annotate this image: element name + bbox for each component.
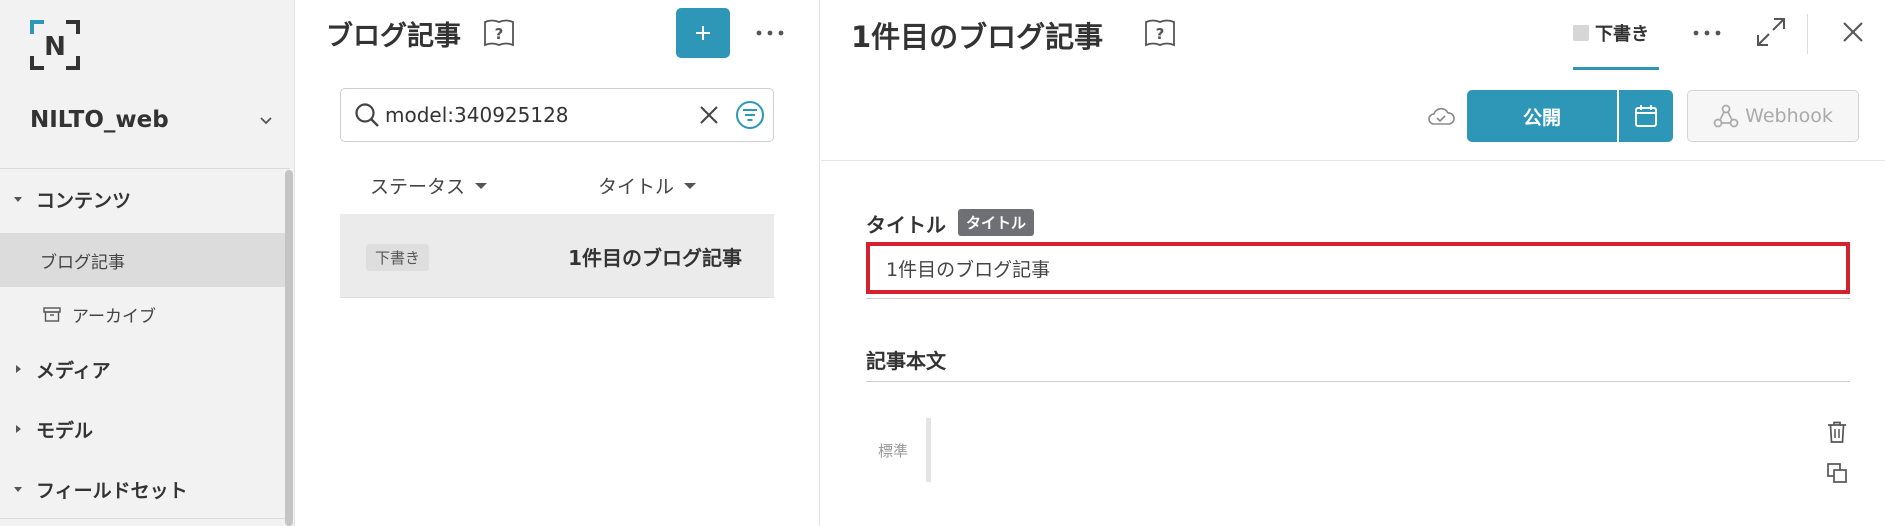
- cloud-check-icon: [1428, 107, 1455, 125]
- sidebar-item-label: ブログ記事: [40, 252, 125, 273]
- body-editor[interactable]: 標準: [866, 400, 1850, 512]
- title-input[interactable]: [866, 242, 1850, 294]
- plus-icon: [696, 26, 710, 40]
- expand-icon[interactable]: [1755, 16, 1787, 48]
- caret-right-icon: [16, 365, 21, 373]
- field-type-tag: タイトル: [958, 209, 1035, 236]
- block-indicator: [926, 418, 931, 482]
- block-style-selector[interactable]: 標準: [878, 440, 908, 461]
- caret-down-icon: [14, 487, 22, 492]
- sidebar: N NILTO_web コンテンツ ブログ記事 アーカイブ メディア モデル フ…: [0, 0, 295, 526]
- tab-underline: [1573, 67, 1659, 70]
- help-book-icon[interactable]: ?: [482, 18, 516, 48]
- svg-text:?: ?: [1156, 25, 1165, 43]
- sidebar-item-contents[interactable]: コンテンツ: [0, 184, 285, 214]
- draft-square-icon: [1573, 25, 1589, 41]
- sidebar-item-label: フィールドセット: [36, 479, 188, 502]
- status-badge: 下書き: [366, 244, 430, 271]
- project-name: NILTO_web: [30, 107, 169, 133]
- tab-label: 下書き: [1595, 24, 1649, 45]
- caret-right-icon: [16, 425, 21, 433]
- column-header-status[interactable]: ステータス: [370, 172, 488, 199]
- add-content-button[interactable]: [676, 8, 730, 58]
- content-list-pane: ブログ記事 ? ステータス: [296, 0, 820, 526]
- search-icon: [355, 103, 379, 127]
- svg-text:N: N: [44, 32, 66, 62]
- list-more-button[interactable]: [752, 18, 788, 48]
- nilto-logo[interactable]: N: [30, 20, 80, 70]
- webhook-label: Webhook: [1745, 105, 1833, 127]
- search-box: [340, 88, 774, 142]
- sidebar-divider: [0, 168, 290, 169]
- tab-draft[interactable]: 下書き: [1573, 14, 1659, 70]
- publish-button[interactable]: 公開: [1467, 90, 1617, 142]
- copy-icon[interactable]: [1826, 462, 1848, 484]
- project-switcher[interactable]: NILTO_web: [30, 102, 275, 138]
- sidebar-item-label: アーカイブ: [72, 306, 156, 327]
- list-title: ブログ記事: [326, 21, 461, 52]
- archive-icon: [43, 307, 61, 322]
- column-header-label: ステータス: [370, 176, 466, 198]
- webhook-icon: [1713, 104, 1739, 128]
- trash-icon[interactable]: [1826, 420, 1848, 444]
- row-title: 1件目のブログ記事: [568, 246, 742, 270]
- chevron-down-icon: [260, 117, 272, 125]
- help-book-icon[interactable]: ?: [1143, 18, 1177, 48]
- field-underline: [866, 298, 1850, 299]
- sidebar-divider: [0, 518, 290, 519]
- search-input[interactable]: [385, 103, 685, 127]
- field-underline: [866, 381, 1850, 382]
- body-field-label: 記事本文: [866, 349, 946, 373]
- sort-caret-icon: [684, 182, 697, 189]
- schedule-button[interactable]: [1619, 90, 1673, 142]
- close-icon[interactable]: [1841, 20, 1865, 44]
- clear-icon[interactable]: [697, 103, 721, 127]
- sidebar-item-blog-posts[interactable]: ブログ記事: [0, 233, 285, 287]
- calendar-icon: [1635, 105, 1657, 127]
- title-field-label: タイトル: [866, 213, 946, 237]
- caret-down-icon: [14, 197, 22, 202]
- filter-icon[interactable]: [735, 100, 765, 130]
- sidebar-item-fieldsets[interactable]: フィールドセット: [0, 474, 285, 504]
- column-header-label: タイトル: [598, 176, 675, 198]
- column-header-title[interactable]: タイトル: [598, 172, 697, 199]
- sidebar-item-archive[interactable]: アーカイブ: [0, 287, 285, 341]
- svg-text:?: ?: [495, 25, 504, 43]
- table-row[interactable]: 下書き 1件目のブログ記事: [340, 214, 774, 298]
- sort-caret-icon: [475, 182, 488, 189]
- more-horizontal-icon: [1693, 30, 1721, 36]
- sidebar-item-models[interactable]: モデル: [0, 414, 285, 444]
- sidebar-scrollbar[interactable]: [285, 170, 293, 526]
- webhook-button[interactable]: Webhook: [1687, 90, 1859, 142]
- sidebar-item-label: コンテンツ: [36, 189, 132, 212]
- sidebar-item-label: メディア: [36, 359, 111, 382]
- sidebar-item-label: モデル: [36, 419, 94, 442]
- toolbar-divider: [821, 160, 1885, 161]
- detail-more-button[interactable]: [1689, 18, 1725, 48]
- header-divider: [1807, 14, 1808, 54]
- more-horizontal-icon: [756, 30, 784, 36]
- sidebar-item-media[interactable]: メディア: [0, 354, 285, 384]
- page-title: 1件目のブログ記事: [851, 20, 1104, 54]
- content-detail-pane: 1件目のブログ記事 ? 下書き 公開 Webhook タイトル タイトル 1件目…: [821, 0, 1885, 526]
